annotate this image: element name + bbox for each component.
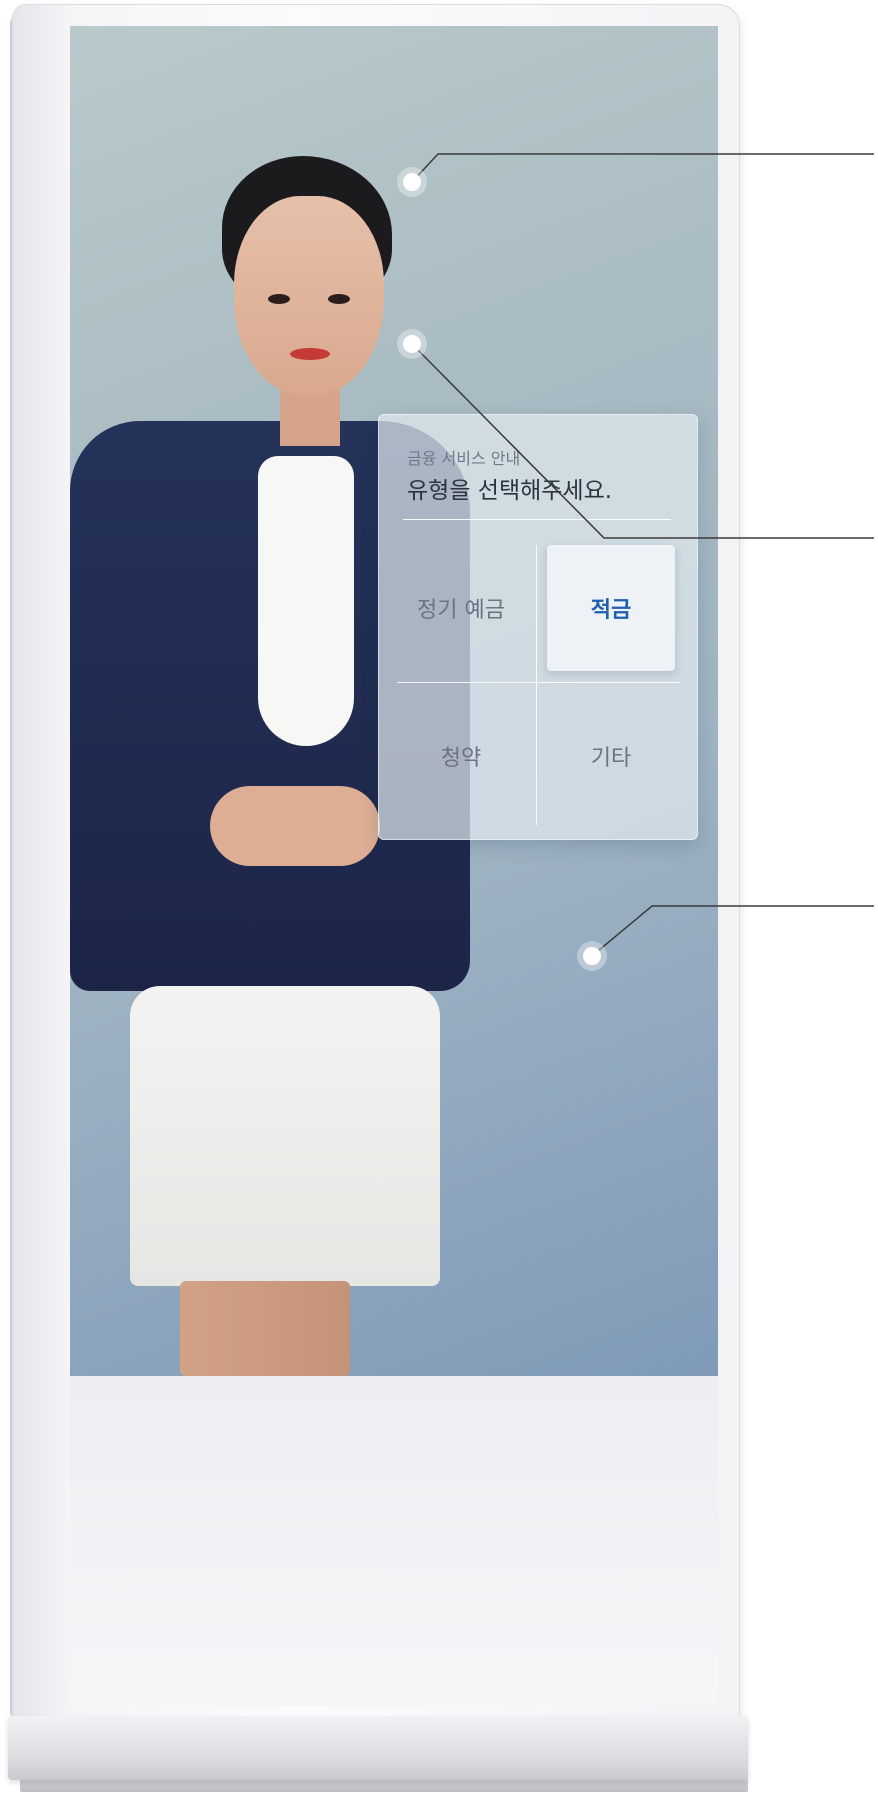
- menu-options-grid: 정기 예금 적금 청약 기타: [387, 535, 687, 831]
- presenter-lips: [290, 348, 330, 360]
- kiosk-screen: 금융 서비스 안내 유형을 선택해주세요. 정기 예금 적금 청약 기타: [70, 26, 718, 1376]
- presenter-skirt: [130, 986, 440, 1286]
- option-other[interactable]: 기타: [537, 683, 685, 829]
- option-label: 정기 예금: [417, 598, 505, 623]
- option-fixed-deposit[interactable]: 정기 예금: [387, 535, 535, 681]
- option-label: 기타: [590, 746, 632, 771]
- option-label: 청약: [440, 746, 482, 771]
- menu-title: 유형을 선택해주세요.: [407, 478, 613, 504]
- menu-subtitle: 금융 서비스 안내: [407, 449, 521, 468]
- option-subscription[interactable]: 청약: [387, 683, 535, 829]
- presenter-hands: [210, 786, 380, 866]
- presenter-shirt: [258, 456, 354, 746]
- option-label: 적금: [590, 598, 632, 623]
- callout-dot-3: [583, 947, 601, 965]
- callout-dot-2: [403, 335, 421, 353]
- presenter-legs: [180, 1281, 350, 1376]
- kiosk-lower-panel: [70, 1376, 718, 1706]
- menu-divider: [403, 519, 671, 520]
- kiosk-base: [8, 1716, 748, 1780]
- callout-dot-1: [403, 173, 421, 191]
- option-installment-savings[interactable]: 적금: [537, 535, 685, 681]
- presenter-face: [234, 196, 384, 396]
- service-menu-card: 금융 서비스 안내 유형을 선택해주세요. 정기 예금 적금 청약 기타: [378, 414, 698, 840]
- presenter-right-eye: [328, 294, 350, 304]
- presenter-left-eye: [268, 294, 290, 304]
